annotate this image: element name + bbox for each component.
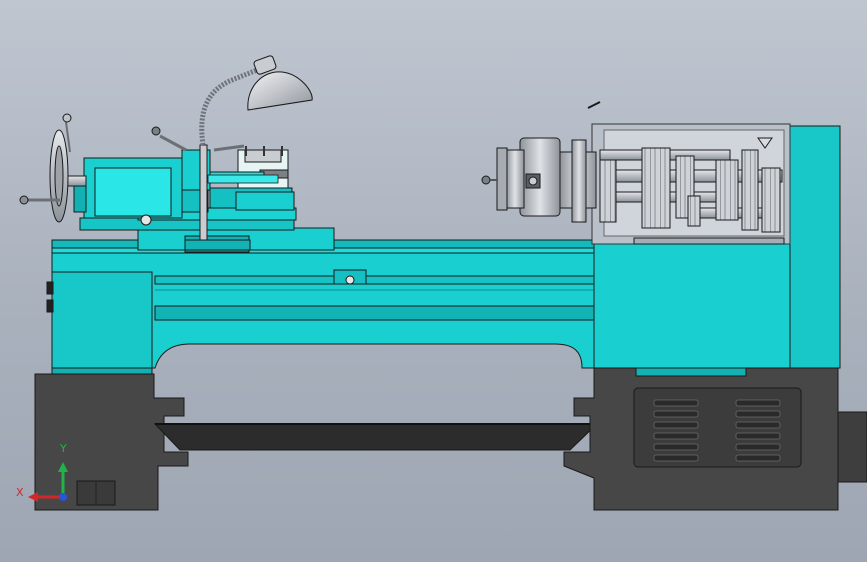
lamp-post xyxy=(199,144,208,241)
chip-tray xyxy=(153,423,599,451)
lathe-bed xyxy=(46,239,596,375)
headstock xyxy=(587,101,841,377)
x-axis-label: X xyxy=(16,486,24,499)
lamp-shade xyxy=(247,71,313,111)
cad-viewport[interactable]: X Y xyxy=(0,0,867,562)
workpiece-center xyxy=(207,174,279,184)
carriage-assembly xyxy=(19,113,335,253)
work-lamp[interactable] xyxy=(199,55,313,146)
y-axis-label: Y xyxy=(60,442,67,455)
spindle-chuck xyxy=(481,137,597,223)
lathe-base xyxy=(34,367,867,511)
lathe-model[interactable] xyxy=(0,0,867,562)
z-axis-dot xyxy=(59,493,67,501)
